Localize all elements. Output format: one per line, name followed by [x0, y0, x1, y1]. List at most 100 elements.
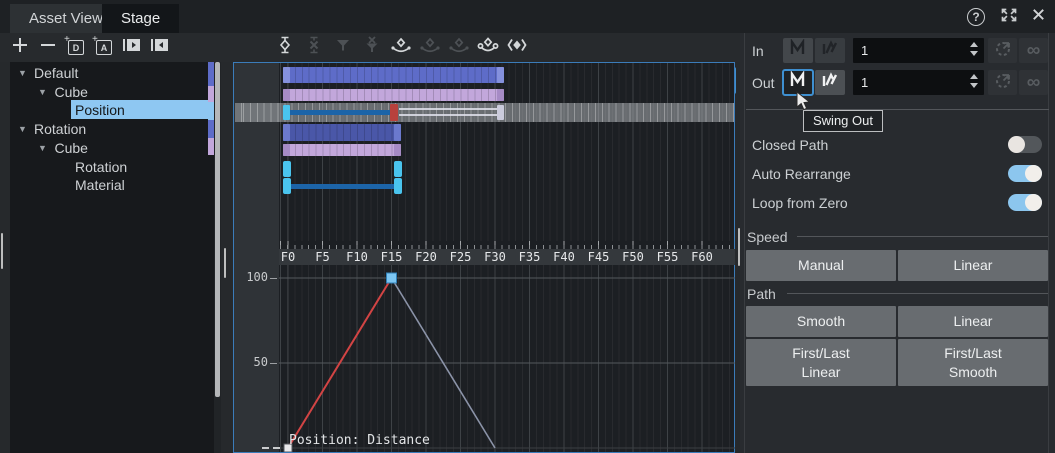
close-button[interactable]	[1026, 6, 1050, 28]
out-infinite-button[interactable]: ∞	[1019, 70, 1048, 95]
left-splitter-handle[interactable]	[1, 233, 3, 269]
add-keyframe-button[interactable]	[270, 35, 299, 61]
add-path-key-button[interactable]	[386, 35, 415, 61]
bounce-in-button[interactable]	[815, 38, 845, 63]
selected-track-thin-line	[399, 108, 498, 110]
out-label: Out	[752, 75, 775, 91]
tree-item-material[interactable]: Material	[10, 176, 221, 195]
loop-arrow-icon	[993, 70, 1013, 95]
tree-item-position[interactable]: Position	[10, 101, 221, 120]
tree-item-cube[interactable]: ▼Cube	[10, 139, 221, 158]
question-icon: ?	[967, 8, 985, 26]
transform-clip[interactable]	[283, 67, 504, 83]
maximize-button[interactable]	[997, 6, 1021, 28]
clip-start-handle[interactable]	[283, 144, 290, 156]
clip-end-handle[interactable]	[497, 89, 504, 101]
closed-path-toggle[interactable]	[1008, 136, 1042, 153]
clip-end-handle[interactable]	[497, 67, 504, 83]
transition-key-button[interactable]	[502, 35, 531, 61]
track-tree-panel: ▼Default▼CubePosition▼Rotation▼CubeRotat…	[10, 62, 221, 453]
clip-back-icon	[149, 35, 171, 60]
speed-linear-button[interactable]: Linear	[898, 250, 1048, 281]
clip-start-handle[interactable]	[283, 89, 290, 101]
keyframe-marker[interactable]	[283, 178, 291, 194]
tooltip: Swing Out	[803, 110, 883, 132]
in-loop-button[interactable]	[988, 38, 1017, 63]
minus-icon	[38, 35, 58, 60]
loop-path-button[interactable]	[473, 35, 502, 61]
transform-clip-2[interactable]	[283, 124, 401, 141]
selected-track-line	[290, 110, 391, 115]
tree-item-rotation[interactable]: Rotation	[10, 158, 221, 177]
path-first-last-smooth-button[interactable]: First/LastSmooth	[898, 339, 1048, 386]
tree-item-default[interactable]: ▼Default	[10, 64, 221, 83]
mouse-cursor	[796, 91, 811, 117]
inspector-divider	[746, 109, 1049, 110]
application-window: Asset View Stage ? +D+A	[0, 0, 1055, 453]
selected-track-key-marker[interactable]	[390, 104, 398, 121]
clip-end-handle[interactable]	[394, 144, 401, 156]
swing-in-button[interactable]	[783, 38, 813, 63]
curve-key-icon	[448, 35, 470, 60]
tree-splitter-handle[interactable]	[224, 248, 226, 278]
tree-item-cube[interactable]: ▼Cube	[10, 83, 221, 102]
out-count-input[interactable]: 1	[853, 70, 984, 95]
path-first-last-linear-button[interactable]: First/LastLinear	[746, 339, 896, 386]
in-count-input[interactable]: 1	[853, 38, 984, 63]
frame-label-f20: F20	[409, 250, 443, 264]
tab-stage[interactable]: Stage	[102, 4, 179, 33]
keyframe-toolbar	[270, 33, 531, 62]
frame-label-f15: F15	[375, 250, 409, 264]
keyframe-marker[interactable]	[283, 161, 291, 177]
frame-label-f5: F5	[306, 250, 340, 264]
add-track-button[interactable]	[6, 35, 34, 61]
inspector-panel: In 1 ∞ Out	[740, 33, 1055, 453]
clip-start-handle[interactable]	[283, 124, 290, 141]
frame-ruler[interactable]: F0F5F10F15F20F25F30F35F40F45F50F55F60	[279, 249, 735, 265]
toggle-knob	[1025, 165, 1042, 182]
tree-item-label: Position	[75, 102, 125, 118]
save-clip-button[interactable]	[146, 35, 174, 61]
effect-clip-2[interactable]	[283, 144, 401, 156]
clip-start-handle[interactable]	[283, 67, 290, 83]
clip-end-handle[interactable]	[394, 124, 401, 141]
auto-rearrange-toggle[interactable]	[1008, 165, 1042, 182]
keyframe-marker[interactable]	[394, 178, 402, 194]
toggle-knob	[1025, 194, 1042, 211]
selected-track-end-key[interactable]	[497, 105, 504, 120]
in-infinite-button[interactable]: ∞	[1019, 38, 1048, 63]
timeline-panel: F0F5F10F15F20F25F30F35F40F45F50F55F60 10…	[233, 62, 735, 453]
keyframe-marker[interactable]	[394, 161, 402, 177]
add-default-button[interactable]: +D	[62, 35, 90, 61]
frame-label-f35: F35	[513, 250, 547, 264]
loop-from-zero-toggle[interactable]	[1008, 194, 1042, 211]
speed-manual-button[interactable]: Manual	[746, 250, 896, 281]
bounce-out-button[interactable]	[815, 70, 845, 95]
in-count-spinner[interactable]	[970, 42, 979, 56]
expand-arrow-icon[interactable]: ▼	[38, 143, 47, 153]
graph-keyframe-15[interactable]	[387, 273, 397, 283]
tree-scrollbar-thumb[interactable]	[215, 62, 220, 397]
path-smooth-button[interactable]: Smooth	[746, 306, 896, 337]
help-button[interactable]: ?	[964, 6, 988, 28]
remove-track-button[interactable]	[34, 35, 62, 61]
add-asset-button[interactable]: +A	[90, 35, 118, 61]
expand-arrow-icon[interactable]: ▼	[38, 87, 47, 97]
effect-clip[interactable]	[283, 89, 504, 101]
expand-arrow-icon[interactable]: ▼	[18, 124, 27, 134]
collect-clip-button[interactable]	[118, 35, 146, 61]
infinity-icon: ∞	[1027, 41, 1041, 60]
tree-item-rotation[interactable]: ▼Rotation	[10, 120, 221, 139]
toolbar: +D +A	[0, 33, 740, 62]
add-d-box-icon: +D	[68, 40, 84, 55]
expand-arrow-icon[interactable]: ▼	[18, 68, 27, 78]
zero-tick	[273, 447, 280, 449]
selected-track-start-key[interactable]	[283, 105, 290, 120]
path-linear-button[interactable]: Linear	[898, 306, 1048, 337]
curve-editor-plot[interactable]	[279, 268, 735, 452]
tree-item-label: Rotation	[75, 159, 127, 175]
inspector-frame	[744, 33, 1049, 453]
out-loop-button[interactable]	[988, 70, 1017, 95]
out-count-spinner[interactable]	[970, 74, 979, 88]
curve-key-icon	[390, 35, 412, 60]
